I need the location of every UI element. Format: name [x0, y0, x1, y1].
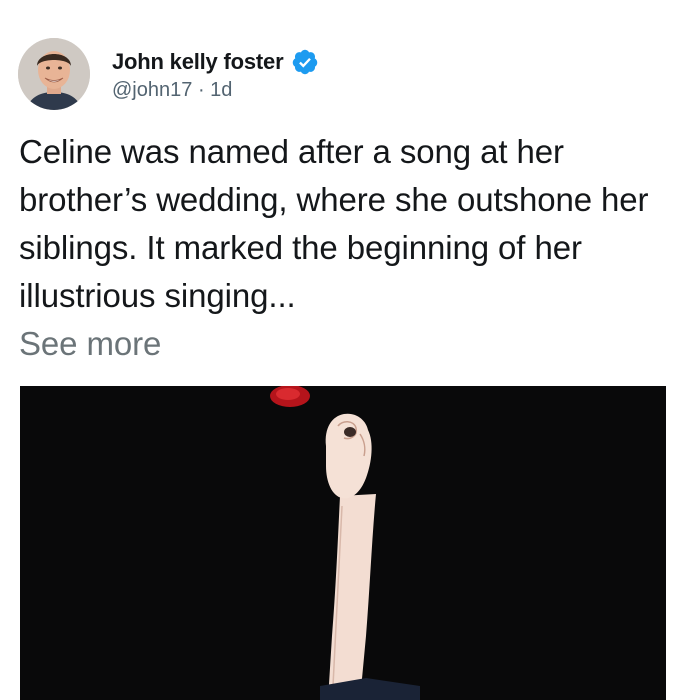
avatar[interactable]	[18, 38, 90, 110]
tweet-card: John kelly foster @john17 · 1d Celine wa…	[0, 0, 700, 700]
tweet-body: Celine was named after a song at her bro…	[19, 128, 679, 368]
media-photo	[20, 386, 666, 700]
avatar-image	[18, 38, 90, 110]
verified-badge-icon	[291, 48, 319, 76]
see-more-link[interactable]: See more	[19, 320, 679, 368]
tweet-header: John kelly foster @john17 · 1d	[18, 38, 319, 110]
tweet-media[interactable]	[20, 386, 666, 700]
author-info: John kelly foster @john17 · 1d	[112, 47, 319, 102]
meta-separator: ·	[197, 78, 205, 101]
tweet-meta: @john17 · 1d	[112, 79, 319, 102]
tweet-text: Celine was named after a song at her bro…	[19, 133, 649, 314]
author-name[interactable]: John kelly foster	[112, 49, 284, 75]
author-handle[interactable]: @john17	[112, 79, 192, 101]
name-row: John kelly foster	[112, 47, 319, 77]
timestamp[interactable]: 1d	[210, 79, 232, 101]
